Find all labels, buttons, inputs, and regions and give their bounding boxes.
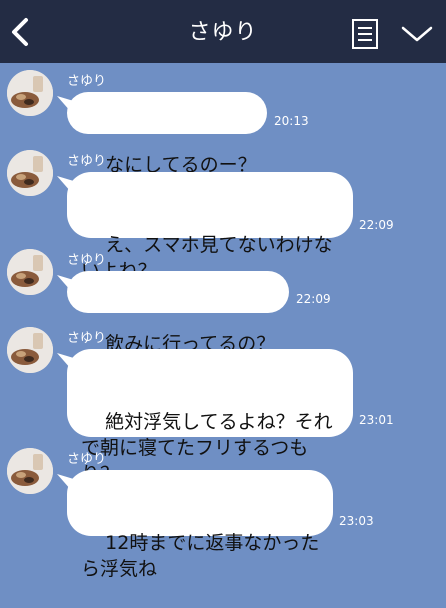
message-bubble[interactable]: 12時までに返事なかった ら浮気ね <box>57 470 333 580</box>
avatar[interactable] <box>7 70 53 116</box>
avatar-photo-icon <box>7 249 53 295</box>
sender-name: さゆり <box>67 74 107 89</box>
avatar[interactable] <box>7 327 53 373</box>
chat-message: さゆり 絶対浮気してるよね？それ で朝に寝てたフリするつも り？ 23:01 <box>0 323 446 485</box>
memo-icon[interactable] <box>350 18 380 50</box>
bubble-tail <box>57 353 77 369</box>
message-bubble[interactable]: え、スマホ見てないわけな いよね？ <box>57 172 353 282</box>
avatar-photo-icon <box>7 448 53 494</box>
sender-name: さゆり <box>67 253 107 268</box>
chat-message: さゆり え、スマホ見てないわけな いよね？ 22:09 <box>0 146 446 282</box>
bubble-tail <box>57 176 77 192</box>
avatar-photo-icon <box>7 150 53 196</box>
bubble-tail <box>57 96 77 112</box>
bubble-tail <box>57 275 77 291</box>
avatar[interactable] <box>7 448 53 494</box>
message-time: 23:03 <box>339 514 374 528</box>
avatar[interactable] <box>7 249 53 295</box>
message-bubble[interactable]: 飲みに行ってるの？ <box>57 271 289 355</box>
avatar[interactable] <box>7 150 53 196</box>
message-time: 23:01 <box>359 413 394 427</box>
message-bubble[interactable]: なにしてるのー？ <box>57 92 267 176</box>
message-bubble[interactable]: 絶対浮気してるよね？それ で朝に寝てたフリするつも り？ <box>57 349 353 485</box>
avatar-photo-icon <box>7 327 53 373</box>
sender-name: さゆり <box>67 452 107 467</box>
message-time: 22:09 <box>359 218 394 232</box>
sender-name: さゆり <box>67 331 107 346</box>
message-text: 12時までに返事なかった ら浮気ね <box>81 532 320 580</box>
bubble-tail <box>57 474 77 490</box>
sender-name: さゆり <box>67 154 107 169</box>
chat-message: さゆり 12時までに返事なかった ら浮気ね 23:03 <box>0 444 446 580</box>
chevron-down-icon[interactable] <box>400 22 434 46</box>
chat-message: さゆり なにしてるのー？ 20:13 <box>0 66 446 176</box>
message-time: 22:09 <box>296 292 331 306</box>
message-time: 20:13 <box>274 114 309 128</box>
avatar-photo-icon <box>7 70 53 116</box>
chat-message: さゆり 飲みに行ってるの？ 22:09 <box>0 245 446 355</box>
chat-header: さゆり <box>0 0 446 63</box>
